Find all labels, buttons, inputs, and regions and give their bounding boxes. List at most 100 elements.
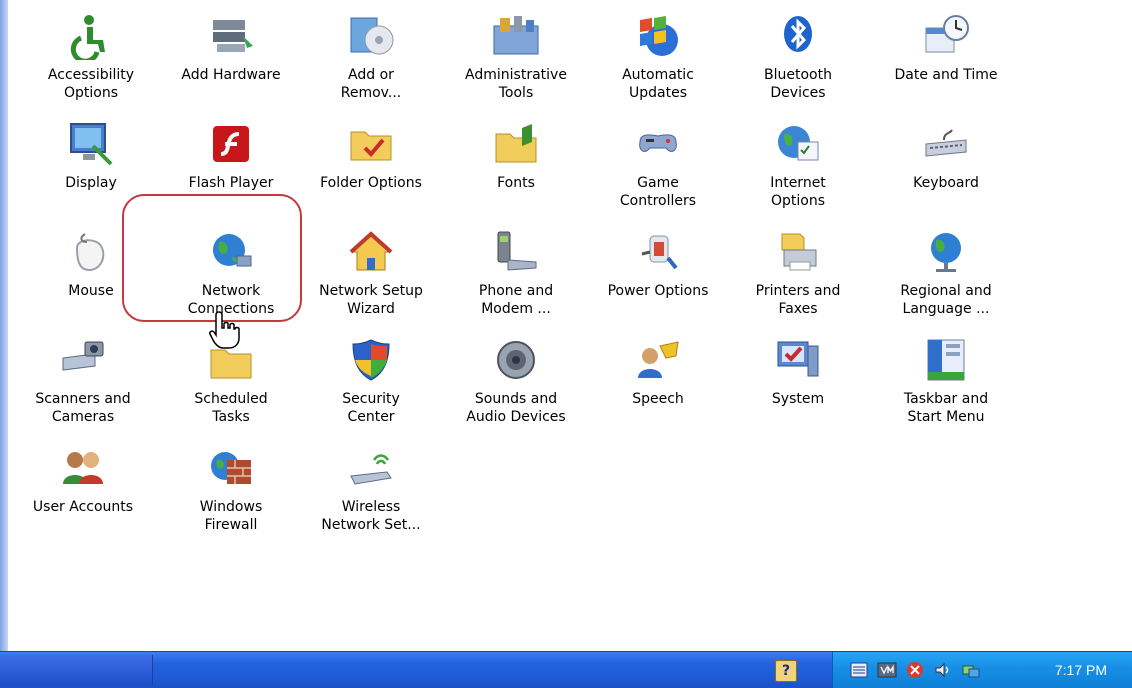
cp-item-label: Taskbar and Start Menu — [903, 391, 989, 425]
cp-item-administrative-tools[interactable]: Administrative Tools — [445, 0, 587, 110]
cp-item-label: Keyboard — [913, 175, 979, 191]
cp-item-speech[interactable]: Speech — [587, 324, 729, 434]
mouse-icon — [67, 228, 115, 276]
flash-player-icon — [207, 120, 255, 168]
cp-item-label: User Accounts — [32, 499, 134, 515]
cp-item-scanners-and-cameras[interactable]: Scanners and Cameras — [12, 324, 154, 434]
folder-options-icon — [347, 120, 395, 168]
cp-item-label: Speech — [632, 391, 684, 407]
cp-item-date-and-time[interactable]: Date and Time — [875, 0, 1017, 110]
cp-item-label: Display — [65, 175, 117, 191]
administrative-tools-icon — [492, 12, 540, 60]
add-remove-programs-icon — [347, 12, 395, 60]
cp-item-display[interactable]: Display — [20, 108, 162, 218]
windows-firewall-icon — [207, 444, 255, 492]
cp-item-label: Fonts — [497, 175, 535, 191]
network-connections-icon — [207, 228, 255, 276]
cp-item-bluetooth-devices[interactable]: Bluetooth Devices — [727, 0, 869, 110]
cp-item-label: Game Controllers — [619, 175, 697, 209]
cp-item-folder-options[interactable]: Folder Options — [300, 108, 442, 218]
cp-item-power-options[interactable]: Power Options — [587, 216, 729, 326]
cp-item-label: Flash Player — [188, 175, 274, 191]
cp-item-label: Add or Remov... — [340, 67, 402, 101]
cp-item-label: Wireless Network Set... — [321, 499, 421, 533]
printers-faxes-icon — [774, 228, 822, 276]
cp-item-label: Security Center — [342, 391, 400, 425]
sounds-audio-icon — [492, 336, 540, 384]
cp-item-label: Date and Time — [894, 67, 998, 83]
accessibility-icon — [67, 12, 115, 60]
cp-item-automatic-updates[interactable]: Automatic Updates — [587, 0, 729, 110]
cp-item-taskbar-and-start-menu[interactable]: Taskbar and Start Menu — [875, 324, 1017, 434]
cp-item-label: Printers and Faxes — [755, 283, 841, 317]
cp-item-label: Network Connections — [187, 283, 275, 317]
cp-item-label: Regional and Language ... — [900, 283, 992, 317]
cp-item-label: Folder Options — [320, 175, 422, 191]
game-controllers-icon — [634, 120, 682, 168]
cp-item-label: Power Options — [607, 283, 709, 299]
internet-options-icon — [774, 120, 822, 168]
automatic-updates-icon — [634, 12, 682, 60]
cp-item-user-accounts[interactable]: User Accounts — [12, 432, 154, 542]
cp-item-regional-and-language[interactable]: Regional and Language ... — [875, 216, 1017, 326]
cp-item-network-connections[interactable]: Network Connections — [160, 216, 302, 326]
cp-item-wireless-network-setup[interactable]: Wireless Network Set... — [300, 432, 442, 542]
cp-item-label: Add Hardware — [181, 67, 281, 83]
fonts-icon — [492, 120, 540, 168]
keyboard-icon — [922, 120, 970, 168]
display-icon — [67, 120, 115, 168]
network-setup-wizard-icon — [347, 228, 395, 276]
phone-modem-icon — [492, 228, 540, 276]
language-bar-icon[interactable] — [849, 660, 869, 680]
cp-item-fonts[interactable]: Fonts — [445, 108, 587, 218]
volume-icon[interactable] — [933, 660, 953, 680]
security-center-icon — [347, 336, 395, 384]
cp-item-add-remove-programs[interactable]: Add or Remov... — [300, 0, 442, 110]
cp-item-security-center[interactable]: Security Center — [300, 324, 442, 434]
add-hardware-icon — [207, 12, 255, 60]
bluetooth-icon — [774, 12, 822, 60]
cp-item-label: Network Setup Wizard — [319, 283, 423, 317]
cp-item-label: Scanners and Cameras — [35, 391, 131, 425]
cp-item-printers-and-faxes[interactable]: Printers and Faxes — [727, 216, 869, 326]
cp-item-scheduled-tasks[interactable]: Scheduled Tasks — [160, 324, 302, 434]
speech-icon — [634, 336, 682, 384]
cp-item-label: Bluetooth Devices — [764, 67, 832, 101]
cp-item-label: Administrative Tools — [465, 67, 567, 101]
cp-item-mouse[interactable]: Mouse — [20, 216, 162, 326]
wireless-network-setup-icon — [347, 444, 395, 492]
network-status-icon[interactable] — [961, 660, 981, 680]
cp-item-label: System — [771, 391, 825, 407]
cp-item-add-hardware[interactable]: Add Hardware — [160, 0, 302, 110]
cp-item-label: Sounds and Audio Devices — [466, 391, 566, 425]
vmware-tools-icon[interactable] — [877, 660, 897, 680]
user-accounts-icon — [59, 444, 107, 492]
cp-item-internet-options[interactable]: Internet Options — [727, 108, 869, 218]
cp-item-sounds-and-audio[interactable]: Sounds and Audio Devices — [445, 324, 587, 434]
cp-item-windows-firewall[interactable]: Windows Firewall — [160, 432, 302, 542]
taskbar-clock[interactable]: 7:17 PM — [1055, 652, 1107, 688]
cp-item-label: Phone and Modem ... — [478, 283, 554, 317]
power-options-icon — [634, 228, 682, 276]
scheduled-tasks-icon — [207, 336, 255, 384]
cp-item-flash-player[interactable]: Flash Player — [160, 108, 302, 218]
system-icon — [774, 336, 822, 384]
help-icon[interactable]: ? — [775, 660, 797, 682]
cp-item-label: Scheduled Tasks — [194, 391, 268, 425]
taskbar-window-button[interactable] — [0, 655, 153, 685]
cp-item-label: Mouse — [68, 283, 114, 299]
cp-item-phone-and-modem[interactable]: Phone and Modem ... — [445, 216, 587, 326]
cp-item-system[interactable]: System — [727, 324, 869, 434]
taskbar-start-menu-icon — [922, 336, 970, 384]
cp-item-game-controllers[interactable]: Game Controllers — [587, 108, 729, 218]
system-tray: 7:17 PM — [832, 652, 1132, 688]
taskbar: ? 7:17 PM — [0, 651, 1132, 688]
cp-item-network-setup-wizard[interactable]: Network Setup Wizard — [300, 216, 442, 326]
cp-item-accessibility-options[interactable]: Accessibility Options — [20, 0, 162, 110]
window-left-edge — [0, 0, 8, 652]
cp-item-label: Accessibility Options — [47, 67, 135, 101]
cp-item-keyboard[interactable]: Keyboard — [875, 108, 1017, 218]
regional-language-icon — [922, 228, 970, 276]
cp-item-label: Internet Options — [770, 175, 826, 209]
security-alert-shield-icon[interactable] — [905, 660, 925, 680]
